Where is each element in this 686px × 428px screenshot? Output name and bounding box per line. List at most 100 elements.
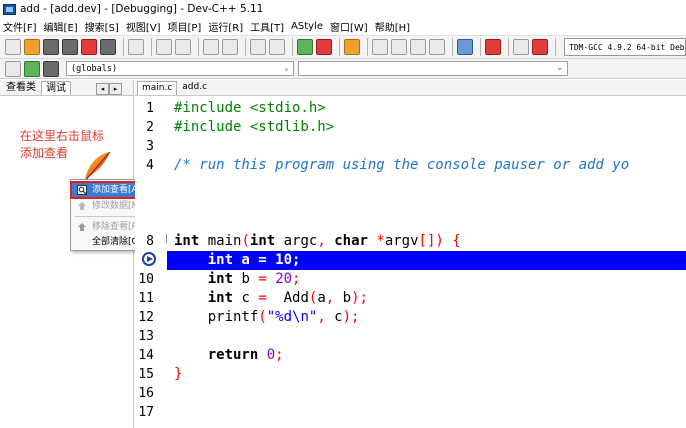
code-line-10: int b = 20; bbox=[207, 271, 301, 287]
toolbar-separator bbox=[452, 38, 453, 56]
rebuild-icon[interactable] bbox=[429, 39, 445, 55]
tab-scroll-arrows: ◂ ▸ bbox=[96, 83, 122, 95]
menu-file[interactable]: 文件[F] bbox=[3, 19, 37, 34]
line-number: 13 bbox=[138, 329, 154, 344]
code-line-15: } bbox=[174, 366, 183, 382]
tab-add-c[interactable]: add.c bbox=[178, 81, 211, 95]
toolbar-separator bbox=[292, 38, 293, 56]
scope-value: (globals) bbox=[71, 63, 118, 74]
save-icon[interactable] bbox=[43, 39, 59, 55]
left-panel-tabs: 查看类 调试 ◂ ▸ bbox=[0, 80, 133, 96]
menu-astyle[interactable]: AStyle bbox=[291, 21, 323, 32]
chevron-down-icon: ⌄ bbox=[556, 63, 563, 72]
line-number: 14 bbox=[138, 348, 154, 363]
execution-point-icon bbox=[142, 252, 156, 266]
editor-tabs: main.c add.c bbox=[135, 80, 686, 96]
menu-view[interactable]: 视图[V] bbox=[126, 19, 161, 34]
check-syntax-icon[interactable] bbox=[457, 39, 473, 55]
line-number: 11 bbox=[138, 291, 154, 306]
print-icon[interactable] bbox=[128, 39, 144, 55]
toolbar-separator bbox=[508, 38, 509, 56]
goto-definition-icon[interactable] bbox=[24, 60, 40, 77]
profile-icon[interactable] bbox=[513, 39, 529, 55]
save-all-icon[interactable] bbox=[62, 39, 78, 55]
remove-from-project-icon[interactable] bbox=[316, 39, 332, 55]
annotation-line-1: 在这里右击鼠标 bbox=[20, 129, 105, 143]
menu-edit[interactable]: 编辑[E] bbox=[44, 19, 78, 34]
line-number: 16 bbox=[138, 386, 154, 401]
add-to-project-icon[interactable] bbox=[297, 39, 313, 55]
toolbar-separator bbox=[480, 38, 481, 56]
tab-debug[interactable]: 调试 bbox=[41, 81, 71, 95]
menu-help[interactable]: 帮助[H] bbox=[375, 19, 410, 34]
window-title: add - [add.dev] - [Debugging] - Dev-C++ … bbox=[20, 3, 264, 15]
compiler-select[interactable]: TDM-GCC 4.9.2 64-bit Debug bbox=[564, 38, 686, 56]
line-number: 2 bbox=[146, 120, 154, 135]
menu-tools[interactable]: 工具[T] bbox=[250, 19, 284, 34]
compile-run-icon[interactable] bbox=[410, 39, 426, 55]
scroll-left-icon[interactable]: ◂ bbox=[96, 83, 109, 95]
class-toolbar: (globals) ⌄ ⌄ bbox=[0, 59, 686, 79]
chevron-down-icon: ⌄ bbox=[284, 63, 289, 72]
compile-icon[interactable] bbox=[372, 39, 388, 55]
tab-class-browser[interactable]: 查看类 bbox=[2, 81, 40, 95]
close-all-icon[interactable] bbox=[100, 39, 116, 55]
modify-icon bbox=[78, 202, 86, 210]
remove-icon bbox=[78, 223, 86, 231]
code-line-14: return 0; bbox=[207, 347, 284, 363]
title-bar: add - [add.dev] - [Debugging] - Dev-C++ … bbox=[0, 0, 686, 18]
line-number: 12 bbox=[138, 310, 154, 325]
menu-item-label: 添加查看[A] bbox=[92, 185, 142, 195]
scroll-right-icon[interactable]: ▸ bbox=[109, 83, 122, 95]
code-line-11: int c = Add(a, b); bbox=[207, 290, 368, 306]
indent-icon[interactable] bbox=[250, 39, 266, 55]
code-line-2: #include <stdlib.h> bbox=[174, 119, 335, 135]
toolbar-separator bbox=[367, 38, 368, 56]
code-line-12: printf("%d\n", c); bbox=[174, 309, 360, 325]
menu-window[interactable]: 窗口[W] bbox=[330, 19, 368, 34]
toolbar-separator bbox=[123, 38, 124, 56]
menu-item-label: 全部清除[C] bbox=[92, 237, 142, 247]
goto-declaration-icon[interactable] bbox=[5, 60, 21, 77]
devcpp-app-icon bbox=[3, 3, 16, 15]
code-line-4: /* run this program using the console pa… bbox=[174, 157, 630, 173]
code-line-1: #include <stdio.h> bbox=[174, 100, 326, 116]
line-number: 10 bbox=[138, 272, 154, 287]
menu-run[interactable]: 运行[R] bbox=[208, 19, 243, 34]
stop-execution-icon[interactable] bbox=[485, 39, 501, 55]
watch-icon bbox=[77, 185, 87, 195]
project-options-icon[interactable] bbox=[344, 39, 360, 55]
bookmark-icon[interactable] bbox=[43, 60, 59, 77]
find-icon[interactable] bbox=[203, 39, 219, 55]
toolbar-separator bbox=[151, 38, 152, 56]
line-number: 1 bbox=[146, 101, 154, 116]
close-file-icon[interactable] bbox=[81, 39, 97, 55]
open-file-icon[interactable] bbox=[24, 39, 40, 55]
menu-bar: 文件[F] 编辑[E] 搜索[S] 视图[V] 项目[P] 运行[R] 工具[T… bbox=[0, 18, 686, 34]
line-number: 17 bbox=[138, 405, 154, 420]
code-line-8: int main(int argc, char *argv[]) { bbox=[174, 233, 461, 249]
toolbar-separator bbox=[339, 38, 340, 56]
menu-project[interactable]: 项目[P] bbox=[168, 19, 202, 34]
line-number: 15 bbox=[138, 367, 154, 382]
function-select[interactable]: ⌄ bbox=[298, 61, 568, 76]
toolbar-separator bbox=[245, 38, 246, 56]
redo-icon[interactable] bbox=[175, 39, 191, 55]
undo-icon[interactable] bbox=[156, 39, 172, 55]
line-number: 8 bbox=[146, 234, 154, 249]
replace-icon[interactable] bbox=[222, 39, 238, 55]
code-editor[interactable]: #include <stdio.h> #include <stdlib.h> /… bbox=[167, 97, 686, 428]
menu-item-label: 移除查看[R] bbox=[92, 222, 142, 232]
run-icon[interactable] bbox=[391, 39, 407, 55]
delete-profile-icon[interactable] bbox=[532, 39, 548, 55]
line-number: 4 bbox=[146, 158, 154, 173]
code-line-9: int a = 10; bbox=[174, 252, 301, 268]
menu-search[interactable]: 搜索[S] bbox=[85, 19, 119, 34]
tab-main-c[interactable]: main.c bbox=[137, 81, 178, 95]
toolbar-separator bbox=[555, 38, 556, 56]
new-file-icon[interactable] bbox=[5, 39, 21, 55]
scope-select[interactable]: (globals) ⌄ bbox=[66, 61, 294, 76]
main-toolbar: TDM-GCC 4.9.2 64-bit Debug bbox=[0, 35, 686, 59]
toolbar-separator bbox=[198, 38, 199, 56]
unindent-icon[interactable] bbox=[269, 39, 285, 55]
